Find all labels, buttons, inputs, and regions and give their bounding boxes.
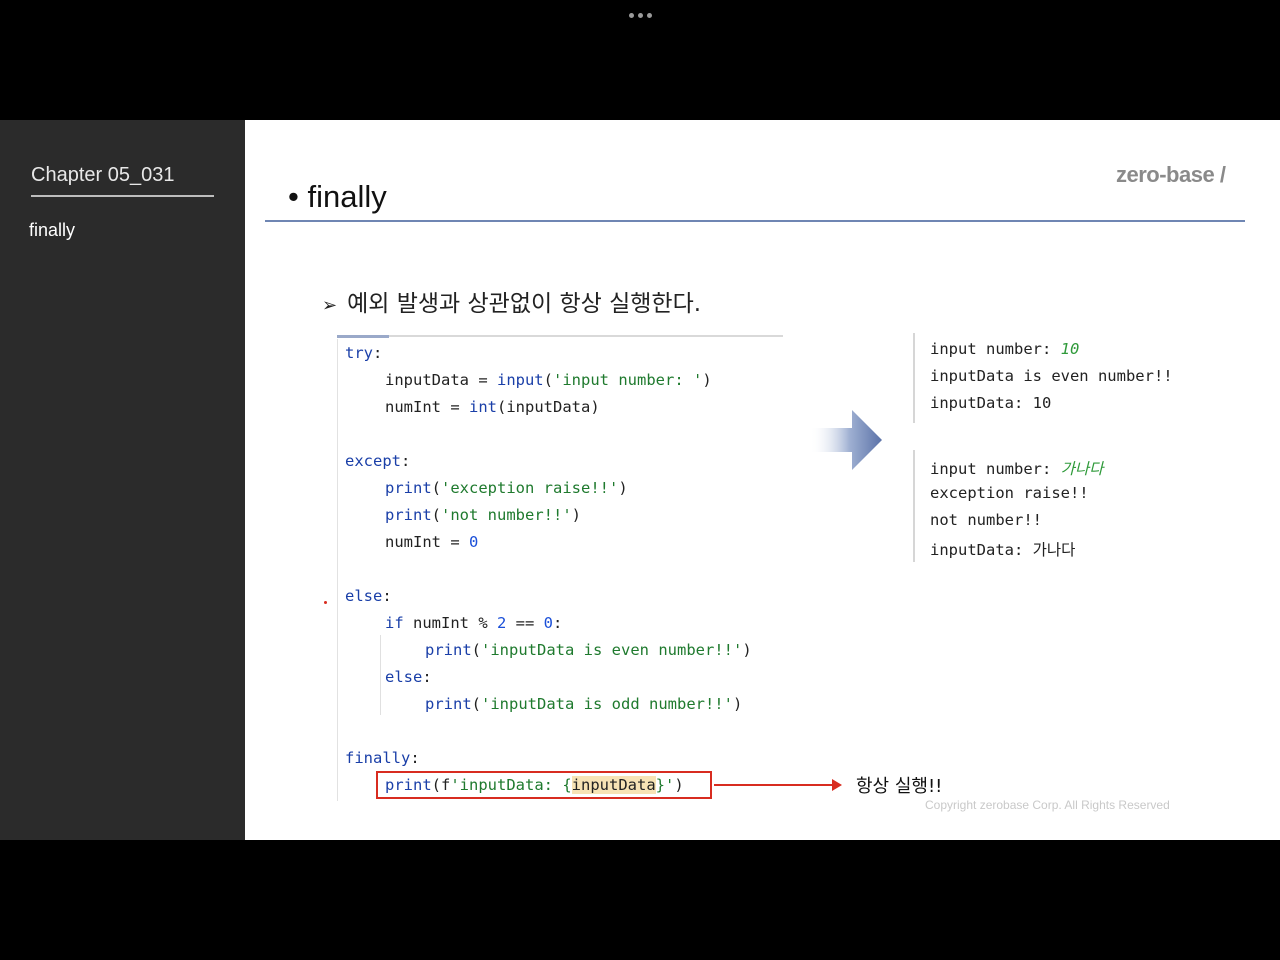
code-editor: try: inputData = input('input number: ')… [337,335,783,805]
finally-highlight-box [376,771,712,799]
code-line-inner-else: else: [385,668,432,686]
indent-guide [380,635,381,715]
pointer-arrow-line [714,784,836,786]
code-line-try: try: [345,344,383,362]
title-divider [265,220,1245,222]
code-line-print-not-number: print('not number!!') [385,506,582,524]
output-line: input number: 가나다 [930,460,1104,478]
pointer-arrow-head-icon [832,779,842,791]
output-gutter [913,450,915,562]
output-line: input number: 10 [930,340,1080,358]
output-line: inputData is even number!! [930,367,1173,385]
output-line: inputData: 10 [930,394,1052,412]
code-line-print-odd: print('inputData is odd number!!') [425,695,743,713]
chapter-divider [31,195,214,197]
code-line-int: numInt = int(inputData) [385,398,600,416]
chapter-label: Chapter 05_031 [31,164,175,186]
sidebar-topic: finally [29,220,76,240]
editor-gutter [337,339,338,801]
slide: Chapter 05_031 finally zero-base / • fin… [0,120,1280,840]
code-line-print-even: print('inputData is even number!!') [425,641,752,659]
code-line-input: inputData = input('input number: ') [385,371,712,389]
code-line-else: else: [345,587,392,605]
code-line-finally: finally: [345,749,420,767]
bullet-point: ➢ 예외 발생과 상관없이 항상 실행한다. [322,284,701,318]
code-line-print-exception: print('exception raise!!') [385,479,628,497]
code-line-numint-zero: numInt = 0 [385,533,479,551]
code-line-if: if numInt % 2 == 0: [385,614,563,632]
flow-arrow-icon [810,410,882,470]
output-gutter [913,333,915,423]
arrow-bullet-icon: ➢ [322,295,338,316]
bullet-text: 예외 발생과 상관없이 항상 실행한다. [347,291,702,317]
slide-title: • finally [288,179,387,214]
brand-logo: zero-base / [1116,162,1226,187]
output-line: inputData: 가나다 [930,541,1076,559]
editor-top-border [337,335,783,338]
output-line: not number!! [930,511,1042,529]
output-panel-exception: input number: 가나다 exception raise!! not … [913,450,1203,562]
ellipsis-icon[interactable] [620,9,660,21]
code-line-except: except: [345,452,411,470]
sidebar: Chapter 05_031 finally [0,120,245,840]
breakpoint-marker [324,601,327,604]
output-line: exception raise!! [930,484,1089,502]
copyright-notice: Copyright zerobase Corp. All Rights Rese… [925,798,1170,812]
always-runs-label: 항상 실행!! [856,776,943,797]
output-panel-success: input number: 10 inputData is even numbe… [913,333,1203,423]
